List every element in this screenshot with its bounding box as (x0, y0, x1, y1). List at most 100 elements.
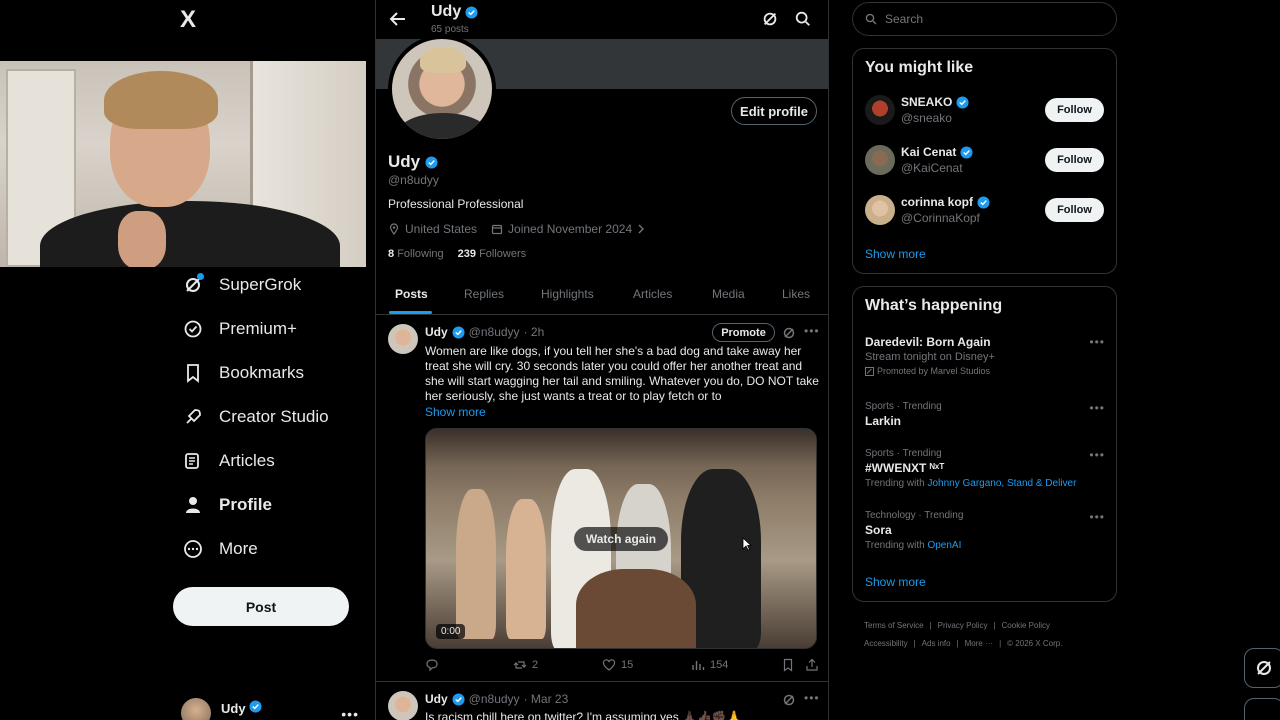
follow-suggestion[interactable]: SNEAKO @sneako Follow (865, 95, 1105, 129)
grok-analyze-icon[interactable] (782, 326, 796, 340)
tab-media[interactable]: Media (712, 287, 745, 301)
tab-replies[interactable]: Replies (464, 287, 504, 301)
nav-item-premium[interactable]: Premium+ (183, 311, 297, 347)
whats-happening-show-more[interactable]: Show more (865, 575, 926, 589)
footer-link-more[interactable]: More ··· (965, 639, 993, 648)
tweet-avatar[interactable] (388, 691, 418, 720)
avatar (181, 698, 211, 720)
avatar[interactable] (865, 195, 895, 225)
trend-with-link[interactable]: Johnny Gargano, Stand & Deliver (927, 478, 1076, 489)
views-chart-icon (692, 661, 705, 670)
follow-button[interactable]: Follow (1045, 98, 1104, 122)
show-more-link[interactable]: Show more (425, 405, 486, 419)
article-icon (183, 451, 203, 471)
tab-likes[interactable]: Likes (782, 287, 810, 301)
tweet[interactable]: Udy @n8udyy · Mar 23 ••• Is racism chill… (376, 683, 828, 720)
trend-item[interactable]: Technology · Trending Sora Trending with… (865, 510, 1105, 551)
nav-item-supergrok[interactable]: SuperGrok (183, 267, 301, 303)
follow-suggestion[interactable]: Kai Cenat @KaiCenat Follow (865, 145, 1105, 179)
footer-link-cookie[interactable]: Cookie Policy (1002, 621, 1050, 630)
promoted-trend[interactable]: Daredevil: Born Again Stream tonight on … (865, 335, 1105, 376)
follow-button[interactable]: Follow (1045, 198, 1104, 222)
nav-item-bookmarks[interactable]: Bookmarks (183, 355, 304, 391)
retweet-icon (513, 661, 527, 669)
tweet[interactable]: Udy @n8udyy · 2h Promote ••• Women are l… (376, 316, 828, 682)
nav-label: Creator Studio (219, 407, 329, 426)
trend-with: Trending with Johnny Gargano, Stand & De… (865, 478, 1105, 489)
nav-item-creator-studio[interactable]: Creator Studio (183, 399, 329, 435)
grok-floating-button[interactable] (1244, 648, 1280, 688)
trend-with-label: Trending with (865, 540, 925, 551)
followers-count: 239 (457, 248, 477, 260)
post-button[interactable]: Post (173, 587, 349, 626)
webcam-person-hair (104, 71, 218, 129)
tweet-more-icon[interactable]: ••• (804, 691, 820, 705)
tweet-author-name[interactable]: Udy (425, 692, 448, 706)
retweet-button[interactable]: 2 (513, 658, 538, 672)
nav-label: SuperGrok (219, 275, 302, 294)
trend-item[interactable]: Sports · Trending Larkin ••• (865, 401, 1105, 428)
following-link[interactable]: 8 Following (388, 248, 444, 260)
tweet-video[interactable]: Watch again 0:00 (425, 428, 817, 649)
nav-item-profile[interactable]: Profile (183, 487, 272, 523)
trend-with-link[interactable]: OpenAI (927, 540, 961, 551)
bookmark-button[interactable] (781, 658, 795, 672)
header-title: Udy (431, 3, 478, 21)
tweet-author-handle[interactable]: @n8udyy (469, 325, 520, 339)
x-logo[interactable]: X (180, 6, 206, 33)
profile-joined[interactable]: Joined November 2024 (491, 222, 645, 236)
trend-with-label: Trending with (865, 478, 925, 489)
mouse-cursor-icon (742, 537, 752, 551)
like-button[interactable]: 15 (602, 658, 633, 672)
footer-separator: | (929, 621, 932, 630)
edit-profile-button[interactable]: Edit profile (731, 97, 817, 125)
tweet-author-handle[interactable]: @n8udyy (469, 692, 520, 706)
avatar[interactable] (865, 95, 895, 125)
tab-highlights[interactable]: Highlights (541, 287, 594, 301)
grok-analyze-icon[interactable] (782, 693, 796, 707)
tab-articles[interactable]: Articles (633, 287, 672, 301)
tweet-time[interactable]: · 2h (524, 325, 545, 339)
watch-again-button[interactable]: Watch again (574, 527, 668, 551)
grok-analyze-icon[interactable] (761, 10, 779, 28)
trend-more-icon[interactable]: ••• (1089, 448, 1105, 462)
nav-label: Bookmarks (219, 363, 305, 382)
search-input[interactable] (885, 12, 1095, 26)
suggestion-name: SNEAKO (901, 95, 969, 109)
tweet-time[interactable]: · Mar 23 (524, 692, 569, 706)
tweet-author-name[interactable]: Udy (425, 325, 448, 339)
trend-more-icon[interactable]: ••• (1089, 401, 1105, 415)
back-arrow-icon[interactable] (388, 9, 408, 29)
follow-suggestion[interactable]: corinna kopf @CorinnaKopf Follow (865, 195, 1105, 229)
tab-posts[interactable]: Posts (395, 287, 428, 301)
nav-item-articles[interactable]: Articles (183, 443, 275, 479)
share-button[interactable] (805, 658, 819, 672)
avatar[interactable] (865, 145, 895, 175)
account-switcher[interactable]: Udy ••• (181, 698, 371, 720)
verified-badge-icon (249, 700, 262, 713)
search-icon[interactable] (794, 10, 812, 28)
nav-item-more[interactable]: More (183, 531, 258, 567)
follow-button[interactable]: Follow (1045, 148, 1104, 172)
footer-link-ads-info[interactable]: Ads info (922, 639, 951, 648)
tweet-avatar[interactable] (388, 324, 418, 354)
trend-more-icon[interactable]: ••• (1089, 335, 1105, 349)
reply-button[interactable] (425, 658, 439, 672)
who-to-follow-show-more[interactable]: Show more (865, 247, 926, 261)
footer-link-privacy[interactable]: Privacy Policy (938, 621, 988, 630)
messages-floating-button[interactable] (1244, 698, 1280, 720)
followers-link[interactable]: 239 Followers (458, 248, 527, 260)
verified-badge-icon[interactable] (425, 155, 438, 169)
footer-link-terms[interactable]: Terms of Service (864, 621, 924, 630)
account-more-icon[interactable]: ••• (341, 706, 359, 720)
search-box[interactable] (852, 2, 1117, 36)
trend-item[interactable]: Sports · Trending #WWENXT ᴺˣᵀ Trending w… (865, 448, 1105, 489)
views-button[interactable]: 154 (691, 658, 728, 672)
notification-dot (197, 273, 204, 280)
trend-more-icon[interactable]: ••• (1089, 510, 1105, 524)
profile-follow-stats: 8 Following 239 Followers (388, 248, 526, 260)
tweet-more-icon[interactable]: ••• (804, 324, 820, 338)
profile-avatar[interactable] (388, 35, 496, 143)
promote-button[interactable]: Promote (712, 323, 775, 342)
footer-link-accessibility[interactable]: Accessibility (864, 639, 908, 648)
